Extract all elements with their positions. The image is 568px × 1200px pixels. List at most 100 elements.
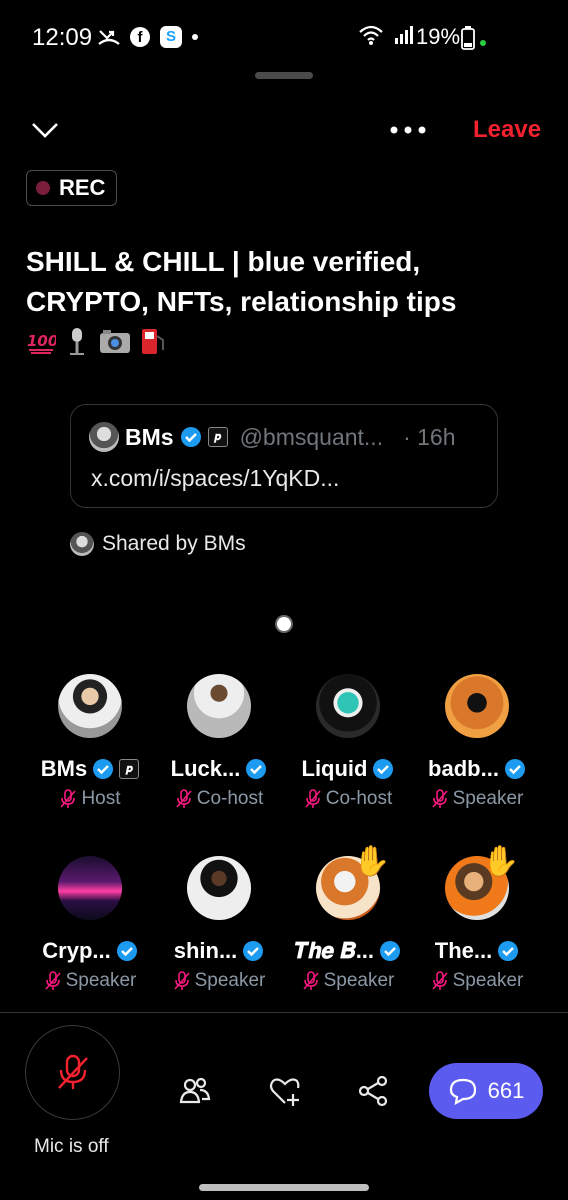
tweet-author-name: BMs: [125, 423, 174, 450]
wifi-icon: [359, 25, 383, 45]
more-options-icon[interactable]: [388, 118, 428, 142]
shared-by-row: Shared by BMs: [70, 532, 246, 556]
raised-hand-icon: ✋: [353, 845, 391, 878]
avatar[interactable]: [316, 674, 380, 738]
participant-name: Cryp...: [42, 938, 111, 963]
verified-badge-icon: [180, 427, 201, 447]
participant[interactable]: Liquid Co-host: [283, 674, 413, 810]
tweet-author-row: BMs 𝒑 @bmsquant... · 16h: [89, 422, 456, 452]
mic-status-label: Mic is off: [34, 1136, 109, 1157]
tweet-author-handle: @bmsquant...: [239, 423, 384, 450]
people-icon[interactable]: [178, 1074, 212, 1108]
verified-badge-icon: [380, 941, 401, 961]
signal-icon: [395, 26, 413, 44]
mic-off-icon: [303, 971, 319, 990]
avatar: [70, 532, 94, 556]
chat-bubble-icon: [449, 1078, 476, 1105]
share-icon[interactable]: [356, 1074, 390, 1108]
page-indicator-dot: [275, 615, 293, 633]
participant-name: BMs: [40, 756, 88, 781]
participant-role-row: Speaker: [412, 970, 542, 992]
verified-badge-icon: [243, 941, 264, 961]
avatar: [89, 422, 119, 452]
verified-badge-icon: [373, 759, 394, 779]
participant-role: Speaker: [452, 788, 524, 809]
microphone-icon: [70, 328, 84, 355]
verified-badge-icon: [504, 759, 525, 779]
avatar[interactable]: [187, 674, 251, 738]
participant-role-row: Speaker: [25, 970, 155, 992]
avatar[interactable]: [445, 674, 509, 738]
participant-role-row: Co-host: [283, 788, 413, 810]
avatar[interactable]: [58, 856, 122, 920]
participant-name: Liquid: [301, 756, 368, 781]
sheet-drag-handle[interactable]: [255, 72, 313, 79]
rec-label: REC: [59, 175, 106, 200]
participant[interactable]: badb... Speaker: [412, 674, 542, 810]
participant-role: Co-host: [325, 788, 393, 809]
participant-name-row: shin...: [154, 938, 284, 964]
hundred-points-icon: 100: [27, 332, 56, 354]
shared-tweet-card[interactable]: BMs 𝒑 @bmsquant... · 16h x.com/i/spaces/…: [70, 404, 498, 508]
participant-name-row: Liquid: [283, 756, 413, 782]
verified-badge-icon: [116, 941, 137, 961]
avatar[interactable]: [58, 674, 122, 738]
participant-name-row: BMs 𝒑: [25, 756, 155, 782]
charging-dot: [480, 40, 486, 46]
system-icons: [358, 24, 414, 46]
heart-plus-icon[interactable]: [268, 1074, 302, 1108]
avatar[interactable]: [187, 856, 251, 920]
more-notifications-dot: [192, 34, 198, 40]
participant-role: Co-host: [196, 788, 264, 809]
participant-role: Speaker: [452, 970, 524, 991]
participant[interactable]: Cryp... Speaker: [25, 856, 155, 992]
participant[interactable]: ✋ The... Speaker: [412, 845, 542, 992]
chat-count: 661: [487, 1078, 525, 1103]
shared-by-label: Shared by BMs: [102, 532, 246, 555]
participant-name-row: Luck...: [154, 756, 284, 782]
divider: [0, 1012, 568, 1013]
participant[interactable]: ✋ 𝑻𝒉𝒆 𝑩... Speaker: [283, 845, 413, 992]
verified-badge-icon: [498, 941, 519, 961]
mic-off-icon: [305, 789, 321, 808]
battery-percent: 19%: [416, 24, 461, 49]
app-s-icon: S: [160, 26, 182, 48]
rec-dot: [36, 181, 50, 195]
participant-name: The...: [434, 938, 493, 963]
participant[interactable]: BMs 𝒑 Host: [25, 674, 155, 810]
mic-off-icon: [60, 789, 77, 808]
notification-icons: f S: [98, 26, 198, 48]
tweet-link[interactable]: x.com/i/spaces/1YqKD...: [91, 465, 339, 492]
tweet-time: · 16h: [403, 423, 456, 450]
chevron-down-icon[interactable]: [30, 118, 60, 142]
participant-role-row: Speaker: [154, 970, 284, 992]
mic-off-icon: [45, 971, 61, 990]
affiliate-badge-icon: 𝒑: [119, 759, 140, 779]
mic-off-icon: [432, 789, 448, 808]
chat-button[interactable]: 661: [429, 1063, 543, 1119]
participant-name-row: Cryp...: [25, 938, 155, 964]
verified-badge-icon: [93, 759, 114, 779]
participant[interactable]: Luck... Co-host: [154, 674, 284, 810]
affiliate-badge-icon: 𝒑: [207, 427, 228, 447]
participant-role-row: Speaker: [283, 970, 413, 992]
participant-name: 𝑻𝒉𝒆 𝑩...: [294, 938, 375, 963]
participant[interactable]: shin... Speaker: [154, 856, 284, 992]
mic-toggle-button[interactable]: [25, 1025, 120, 1120]
status-bar: 12:09 f S 19%: [0, 0, 568, 70]
mic-off-icon: [432, 971, 448, 990]
svg-text:100: 100: [27, 332, 56, 350]
home-indicator: [199, 1184, 369, 1191]
facebook-icon: f: [130, 27, 150, 47]
title-emoji-row: 100: [26, 326, 168, 356]
participant-name-row: badb...: [412, 756, 542, 782]
participant-name: Luck...: [170, 756, 241, 781]
leave-button[interactable]: Leave: [473, 116, 541, 144]
participant-role-row: Co-host: [154, 788, 284, 810]
participant-role-row: Speaker: [412, 788, 542, 810]
participant-role: Speaker: [65, 970, 137, 991]
rec-badge: REC: [26, 170, 117, 206]
participant-role: Speaker: [194, 970, 266, 991]
participant-name-row: The...: [412, 938, 542, 964]
participant-role-row: Host: [25, 788, 155, 810]
